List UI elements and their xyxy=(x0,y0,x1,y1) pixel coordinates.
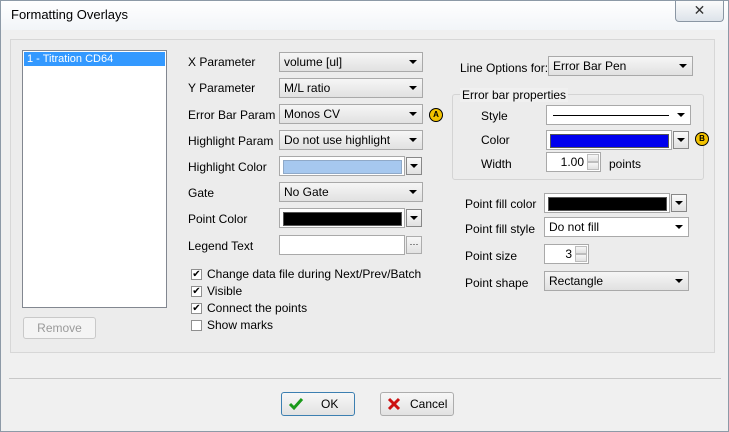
connect-points-label: Connect the points xyxy=(207,301,308,315)
spin-up-icon[interactable] xyxy=(575,246,587,254)
spin-down-icon[interactable] xyxy=(587,162,599,170)
error-bar-color-dropdown-button[interactable] xyxy=(673,131,689,149)
line-options-label: Line Options for: xyxy=(460,61,549,75)
chevron-down-icon xyxy=(406,55,420,69)
point-color-swatch xyxy=(283,212,402,226)
x-icon xyxy=(387,397,401,411)
error-bar-param-label: Error Bar Param xyxy=(188,108,276,122)
show-marks-checkbox[interactable] xyxy=(191,320,202,331)
point-fill-color-label: Point fill color xyxy=(465,197,537,211)
point-shape-value: Rectangle xyxy=(549,274,604,288)
chevron-down-icon xyxy=(406,107,420,121)
width-value: 1.00 xyxy=(560,155,584,169)
highlight-param-value: Do not use highlight xyxy=(284,133,391,147)
point-size-value: 3 xyxy=(565,247,572,261)
checkmark-icon xyxy=(288,398,304,411)
chevron-down-icon xyxy=(406,185,420,199)
window-title: Formatting Overlays xyxy=(11,7,129,22)
width-spinner[interactable]: 1.00 xyxy=(546,152,601,172)
close-button[interactable]: ✕ xyxy=(675,1,724,22)
chevron-down-icon xyxy=(406,133,420,147)
chevron-down-icon xyxy=(676,59,690,73)
chevron-down-icon xyxy=(674,108,688,122)
footer-separator xyxy=(9,378,721,379)
gate-label: Gate xyxy=(188,186,215,200)
error-bar-param-value: Monos CV xyxy=(284,107,341,121)
x-parameter-value: volume [ul] xyxy=(284,55,343,69)
point-shape-label: Point shape xyxy=(465,276,529,290)
point-fill-style-label: Point fill style xyxy=(465,222,536,236)
list-item[interactable]: 1 - Titration CD64 xyxy=(24,52,165,66)
point-fill-color-dropdown-button[interactable] xyxy=(671,194,687,212)
visible-checkbox[interactable]: ✔ xyxy=(191,286,202,297)
x-parameter-label: X Parameter xyxy=(188,55,256,69)
y-parameter-value: M/L ratio xyxy=(284,81,331,95)
highlight-color-swatch xyxy=(283,160,402,174)
highlight-color-dropdown-button[interactable] xyxy=(406,157,422,175)
point-color-label: Point Color xyxy=(188,212,248,226)
chevron-down-icon xyxy=(672,274,686,288)
error-bar-color-swatch xyxy=(550,134,669,148)
legend-text-label: Legend Text xyxy=(188,239,254,253)
connect-points-checkbox[interactable]: ✔ xyxy=(191,303,202,314)
point-fill-style-value: Do not fill xyxy=(549,220,600,234)
line-style-select[interactable] xyxy=(546,105,691,125)
y-parameter-select[interactable]: M/L ratio xyxy=(279,78,423,98)
point-fill-style-select[interactable]: Do not fill xyxy=(544,217,689,237)
legend-text-input[interactable] xyxy=(279,235,405,255)
highlight-color-picker[interactable] xyxy=(279,156,405,176)
highlight-param-label: Highlight Param xyxy=(188,134,274,148)
highlight-param-select[interactable]: Do not use highlight xyxy=(279,130,423,150)
cancel-label: Cancel xyxy=(410,397,448,411)
color-label: Color xyxy=(481,133,510,147)
error-bar-color-picker[interactable] xyxy=(546,130,672,150)
chevron-down-icon xyxy=(672,220,686,234)
width-unit-label: points xyxy=(609,157,642,171)
cancel-button[interactable]: Cancel xyxy=(380,392,454,416)
style-label: Style xyxy=(481,109,508,123)
close-icon: ✕ xyxy=(693,2,706,18)
change-data-file-label: Change data file during Next/Prev/Batch xyxy=(207,267,422,281)
chevron-down-icon xyxy=(406,81,420,95)
point-fill-color-picker[interactable] xyxy=(544,193,670,213)
gate-value: No Gate xyxy=(284,185,329,199)
y-parameter-label: Y Parameter xyxy=(188,81,256,95)
legend-text-browse-button[interactable]: ··· xyxy=(406,236,422,254)
formatting-overlays-dialog: Formatting Overlays ✕ 1 - Titration CD64… xyxy=(0,0,729,432)
x-parameter-select[interactable]: volume [ul] xyxy=(279,52,423,72)
spin-down-icon[interactable] xyxy=(575,254,587,262)
visible-label: Visible xyxy=(207,284,243,298)
error-bar-param-select[interactable]: Monos CV xyxy=(279,104,423,124)
point-color-dropdown-button[interactable] xyxy=(406,209,422,227)
highlight-color-label: Highlight Color xyxy=(188,160,267,174)
width-label: Width xyxy=(481,157,512,171)
error-bar-properties-title: Error bar properties xyxy=(460,88,569,102)
point-size-label: Point size xyxy=(465,249,518,263)
spin-up-icon[interactable] xyxy=(587,154,599,162)
line-options-select[interactable]: Error Bar Pen xyxy=(548,56,693,76)
point-color-picker[interactable] xyxy=(279,208,405,228)
ok-label: OK xyxy=(321,397,339,411)
point-size-spinner[interactable]: 3 xyxy=(544,244,589,264)
annotation-badge-a: A xyxy=(429,108,443,122)
point-shape-select[interactable]: Rectangle xyxy=(544,271,689,291)
line-style-sample xyxy=(553,115,669,116)
gate-select[interactable]: No Gate xyxy=(279,182,423,202)
overlay-list[interactable]: 1 - Titration CD64 xyxy=(22,50,167,308)
point-fill-color-swatch xyxy=(548,197,667,211)
remove-button[interactable]: Remove xyxy=(23,317,96,339)
show-marks-label: Show marks xyxy=(207,318,274,332)
ok-button[interactable]: OK xyxy=(281,392,355,416)
change-data-file-checkbox[interactable]: ✔ xyxy=(191,269,202,280)
line-options-value: Error Bar Pen xyxy=(553,59,627,73)
title-bar: Formatting Overlays ✕ xyxy=(1,1,728,30)
annotation-badge-b: B xyxy=(695,132,709,146)
